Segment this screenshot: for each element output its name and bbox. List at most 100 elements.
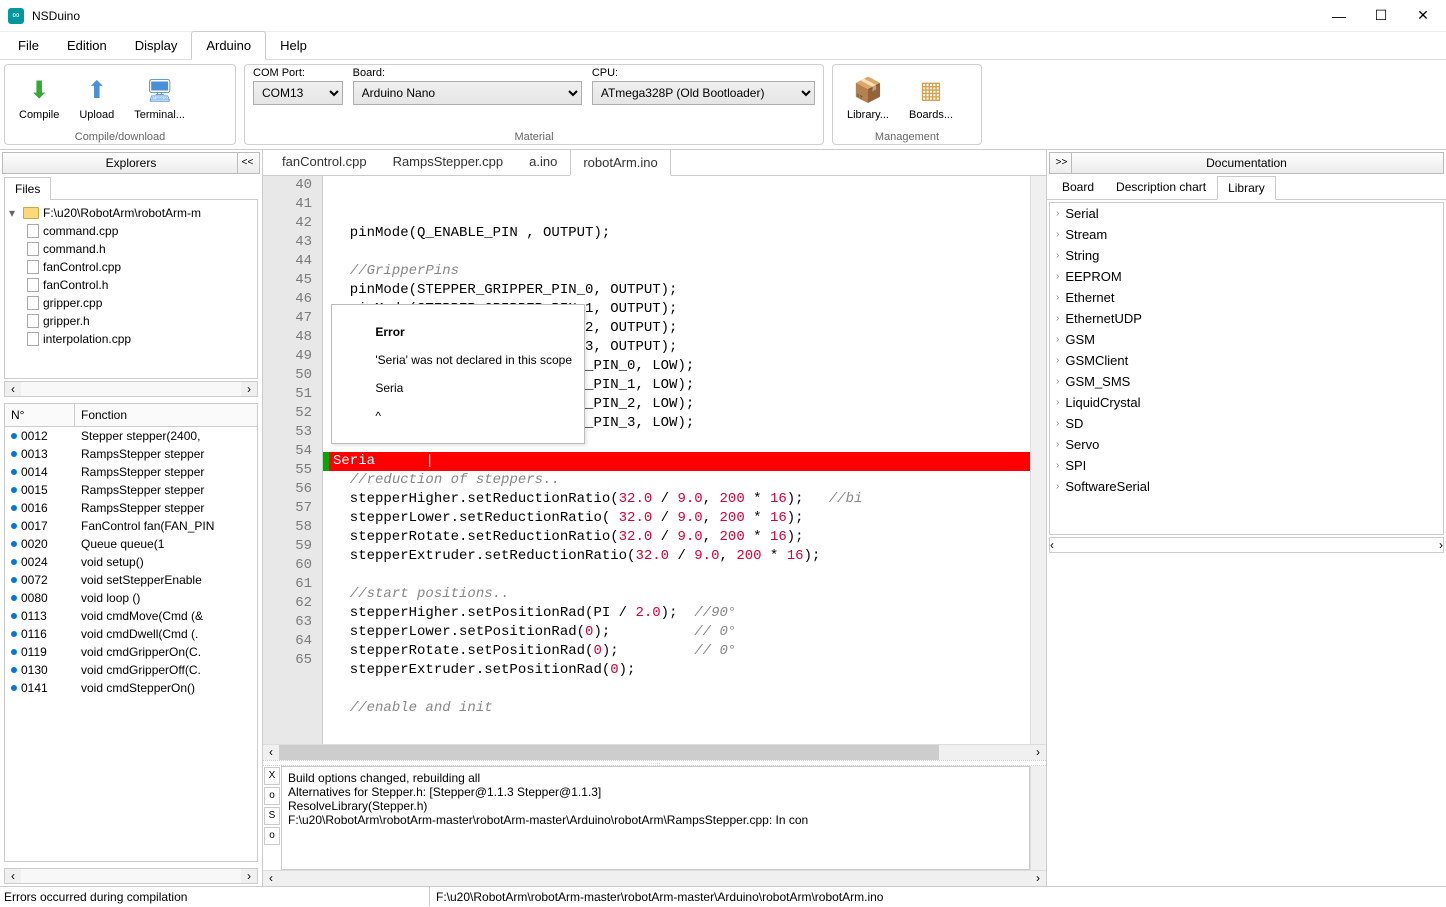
boards-button[interactable]: ▦Boards... — [903, 73, 959, 123]
tree-file[interactable]: command.h — [9, 240, 253, 258]
doc-tab-library[interactable]: Library — [1217, 176, 1276, 200]
library-button[interactable]: 📦Library... — [841, 73, 895, 123]
library-item[interactable]: ›GSM_SMS — [1050, 371, 1443, 392]
close-button[interactable]: ✕ — [1416, 9, 1430, 23]
func-hscroll[interactable]: ‹› — [4, 868, 258, 884]
function-row[interactable]: 0016RampsStepper stepper — [5, 499, 257, 517]
function-row[interactable]: 0015RampsStepper stepper — [5, 481, 257, 499]
function-row[interactable]: 0130void cmdGripperOff(C. — [5, 661, 257, 679]
explorers-collapse-button[interactable]: << — [237, 153, 257, 173]
func-col-f-header[interactable]: Fonction — [75, 404, 257, 426]
func-col-n-header[interactable]: N° — [5, 404, 75, 426]
tree-file[interactable]: gripper.h — [9, 312, 253, 330]
doc-tab-board[interactable]: Board — [1051, 175, 1105, 199]
library-item[interactable]: ›String — [1050, 245, 1443, 266]
function-row[interactable]: 0017FanControl fan(FAN_PIN — [5, 517, 257, 535]
cpu-select[interactable]: ATmega328P (Old Bootloader) — [592, 81, 815, 105]
function-list-body[interactable]: 0012Stepper stepper(2400,0013RampsSteppe… — [5, 427, 257, 861]
code-line[interactable]: stepperRotate.setReductionRatio(32.0 / 9… — [323, 528, 1030, 547]
code-line[interactable]: stepperLower.setPositionRad(0); // 0° — [323, 623, 1030, 642]
code-line[interactable] — [323, 243, 1030, 262]
code-line[interactable]: stepperExtruder.setReductionRatio(32.0 /… — [323, 547, 1030, 566]
tree-file[interactable]: command.cpp — [9, 222, 253, 240]
code-line[interactable]: stepperHigher.setPositionRad(PI / 2.0); … — [323, 604, 1030, 623]
documentation-expand-button[interactable]: >> — [1052, 153, 1072, 173]
code-line[interactable]: Seria | — [323, 452, 1030, 471]
code-line[interactable] — [323, 680, 1030, 699]
library-hscroll[interactable]: ‹› — [1049, 537, 1444, 553]
code-line[interactable]: //enable and init — [323, 699, 1030, 718]
com-port-select[interactable]: COM13 — [253, 81, 343, 105]
library-list[interactable]: ›Serial›Stream›String›EEPROM›Ethernet›Et… — [1049, 202, 1444, 535]
library-item[interactable]: ›Ethernet — [1050, 287, 1443, 308]
library-item[interactable]: ›Stream — [1050, 224, 1443, 245]
menu-arduino[interactable]: Arduino — [191, 31, 266, 60]
editor-tab[interactable]: robotArm.ino — [570, 150, 670, 176]
library-item[interactable]: ›SoftwareSerial — [1050, 476, 1443, 497]
function-row[interactable]: 0013RampsStepper stepper — [5, 445, 257, 463]
editor-vscroll[interactable] — [1030, 176, 1046, 744]
tree-root[interactable]: ▾F:\u20\RobotArm\robotArm-m — [9, 204, 253, 222]
console-x-button[interactable]: X — [264, 767, 280, 785]
console-output[interactable]: Build options changed, rebuilding allAlt… — [281, 766, 1030, 870]
code-line[interactable]: //reduction of steppers.. — [323, 471, 1030, 490]
console-o-button[interactable]: o — [264, 827, 280, 845]
board-select[interactable]: Arduino Nano — [353, 81, 582, 105]
menu-edition[interactable]: Edition — [53, 32, 121, 59]
minimize-button[interactable]: — — [1332, 9, 1346, 23]
function-row[interactable]: 0119void cmdGripperOn(C. — [5, 643, 257, 661]
console-hscroll[interactable]: ‹› — [263, 870, 1046, 886]
code-line[interactable]: //start positions.. — [323, 585, 1030, 604]
code-line[interactable]: //GripperPins — [323, 262, 1030, 281]
library-item[interactable]: ›GSM — [1050, 329, 1443, 350]
console-s-button[interactable]: S — [264, 807, 280, 825]
uploadbutton[interactable]: ⬆Upload — [73, 73, 120, 123]
function-row[interactable]: 0024void setup() — [5, 553, 257, 571]
function-row[interactable]: 0072void setStepperEnable — [5, 571, 257, 589]
editor-tab[interactable]: fanControl.cpp — [269, 150, 380, 175]
code-line[interactable] — [323, 566, 1030, 585]
tree-hscroll[interactable]: ‹› — [4, 381, 258, 397]
tree-file[interactable]: fanControl.h — [9, 276, 253, 294]
function-row[interactable]: 0116void cmdDwell(Cmd (. — [5, 625, 257, 643]
function-row[interactable]: 0014RampsStepper stepper — [5, 463, 257, 481]
code-line[interactable]: stepperExtruder.setPositionRad(0); — [323, 661, 1030, 680]
files-tab[interactable]: Files — [4, 177, 51, 200]
tree-file[interactable]: interpolation.cpp — [9, 330, 253, 348]
library-item[interactable]: ›GSMClient — [1050, 350, 1443, 371]
library-item[interactable]: ›Serial — [1050, 203, 1443, 224]
library-item[interactable]: ›SD — [1050, 413, 1443, 434]
code-line[interactable]: stepperRotate.setPositionRad(0); // 0° — [323, 642, 1030, 661]
library-item[interactable]: ›LiquidCrystal — [1050, 392, 1443, 413]
tree-file[interactable]: gripper.cpp — [9, 294, 253, 312]
library-item[interactable]: ›EEPROM — [1050, 266, 1443, 287]
editor-tab[interactable]: a.ino — [516, 150, 570, 175]
tree-file[interactable]: fanControl.cpp — [9, 258, 253, 276]
editor[interactable]: 4041424344454647484950515253545556575859… — [263, 176, 1046, 744]
library-item[interactable]: ›SPI — [1050, 455, 1443, 476]
code-line[interactable]: stepperLower.setReductionRatio( 32.0 / 9… — [323, 509, 1030, 528]
file-tree[interactable]: ▾F:\u20\RobotArm\robotArm-mcommand.cppco… — [4, 199, 258, 379]
function-row[interactable]: 0141void cmdStepperOn() — [5, 679, 257, 697]
editor-hscroll[interactable]: ‹› — [263, 744, 1046, 760]
menu-file[interactable]: File — [4, 32, 53, 59]
code-line[interactable]: pinMode(Q_ENABLE_PIN , OUTPUT); — [323, 224, 1030, 243]
code-line[interactable]: stepperHigher.setReductionRatio(32.0 / 9… — [323, 490, 1030, 509]
terminal-button[interactable]: 🖥Terminal... — [128, 73, 191, 123]
maximize-button[interactable]: ☐ — [1374, 9, 1388, 23]
console-o-button[interactable]: o — [264, 787, 280, 805]
function-row[interactable]: 0080void loop () — [5, 589, 257, 607]
library-item[interactable]: ›EthernetUDP — [1050, 308, 1443, 329]
editor-tab[interactable]: RampsStepper.cpp — [380, 150, 517, 175]
library-item[interactable]: ›Servo — [1050, 434, 1443, 455]
doc-tab-description-chart[interactable]: Description chart — [1105, 175, 1217, 199]
function-row[interactable]: 0113void cmdMove(Cmd (& — [5, 607, 257, 625]
compilebutton[interactable]: ⬇Compile — [13, 73, 65, 123]
code-area[interactable]: Error 'Seria' was not declared in this s… — [323, 176, 1030, 744]
console-vscroll[interactable] — [1030, 766, 1046, 870]
menu-display[interactable]: Display — [121, 32, 192, 59]
function-row[interactable]: 0020Queue queue(1 — [5, 535, 257, 553]
code-line[interactable]: pinMode(STEPPER_GRIPPER_PIN_0, OUTPUT); — [323, 281, 1030, 300]
menu-help[interactable]: Help — [266, 32, 321, 59]
function-row[interactable]: 0012Stepper stepper(2400, — [5, 427, 257, 445]
